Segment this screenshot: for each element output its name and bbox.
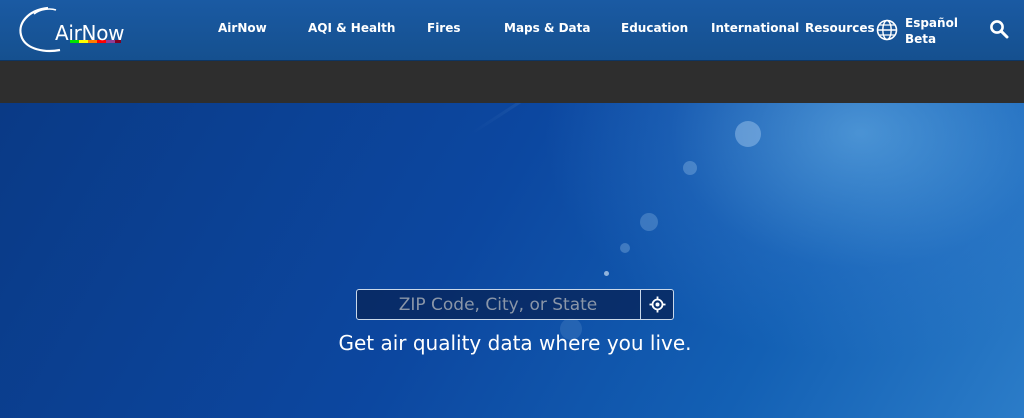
nav-airnow[interactable]: AirNow bbox=[218, 21, 267, 35]
lens-flare bbox=[604, 271, 609, 276]
search-icon[interactable] bbox=[989, 19, 1009, 39]
top-nav-bar: AirNow AirNow AQI & Health Fires Maps & … bbox=[0, 0, 1024, 61]
language-label: Español bbox=[905, 16, 958, 30]
lens-flare bbox=[640, 213, 658, 231]
location-search-box bbox=[356, 289, 674, 320]
location-search-input[interactable] bbox=[357, 290, 639, 319]
lens-flare bbox=[735, 121, 761, 147]
nav-maps-data[interactable]: Maps & Data bbox=[504, 21, 590, 35]
locate-me-button[interactable] bbox=[640, 290, 674, 319]
lens-flare bbox=[620, 243, 630, 253]
nav-resources[interactable]: Resources bbox=[805, 21, 875, 35]
nav-aqi-health[interactable]: AQI & Health bbox=[308, 21, 395, 35]
lens-flare bbox=[683, 161, 697, 175]
hero-tagline: Get air quality data where you live. bbox=[338, 331, 692, 355]
language-beta-label: Beta bbox=[905, 32, 937, 46]
airnow-logo[interactable]: AirNow bbox=[14, 4, 125, 56]
nav-education[interactable]: Education bbox=[621, 21, 688, 35]
hero-banner bbox=[0, 103, 1024, 418]
nav-fires[interactable]: Fires bbox=[427, 21, 461, 35]
globe-icon bbox=[876, 19, 898, 41]
crosshair-locate-icon bbox=[649, 296, 666, 313]
light-streak bbox=[469, 103, 991, 136]
secondary-bar bbox=[0, 61, 1024, 104]
nav-international[interactable]: International bbox=[711, 21, 799, 35]
logo-text: AirNow bbox=[55, 21, 125, 45]
language-switch-espanol[interactable]: Español Beta bbox=[876, 14, 966, 48]
